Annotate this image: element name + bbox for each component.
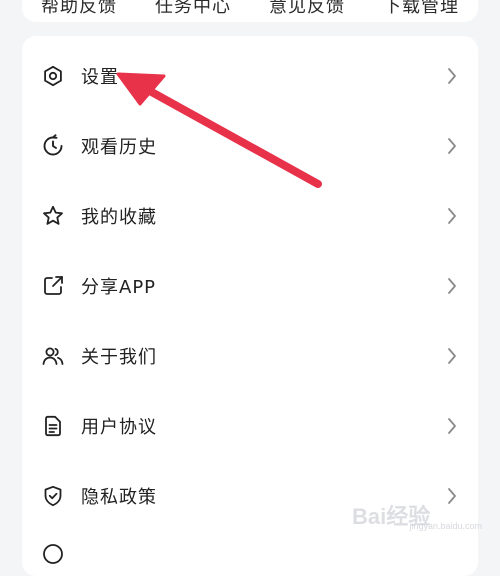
top-tab-feedback[interactable]: 意见反馈 [269,0,345,18]
menu-item-label: 分享APP [81,277,157,298]
chevron-right-icon [446,276,458,296]
star-icon [41,204,65,228]
menu-card: 设置 观看历史 我的收藏 分享APP 关于我们 用户协议 隐私政策 [22,36,478,576]
menu-item-share-app[interactable]: 分享APP [22,251,478,321]
gear-icon [41,64,65,88]
menu-item-watch-history[interactable]: 观看历史 [22,111,478,181]
menu-item-about-us[interactable]: 关于我们 [22,321,478,391]
chevron-right-icon [446,66,458,86]
chevron-right-icon [446,416,458,436]
menu-item-label: 关于我们 [81,347,157,368]
top-quick-actions-card: 帮助反馈 任务中心 意见反馈 下载管理 [22,0,478,22]
top-tab-help[interactable]: 帮助反馈 [41,0,117,18]
menu-item-settings[interactable]: 设置 [22,41,478,111]
users-icon [41,344,65,368]
chevron-right-icon [446,136,458,156]
share-icon [41,274,65,298]
watermark: Bai经验 jingyan.baidu.com [352,497,482,533]
partial-menu-icon [41,542,65,566]
menu-item-label: 用户协议 [81,417,157,438]
watermark-subtext: jingyan.baidu.com [409,521,482,531]
menu-item-label: 我的收藏 [81,207,157,228]
top-tab-tasks[interactable]: 任务中心 [155,0,231,18]
menu-item-label: 隐私政策 [81,487,157,508]
chevron-right-icon [446,206,458,226]
history-clock-icon [41,134,65,158]
chevron-right-icon [446,346,458,366]
menu-item-favorites[interactable]: 我的收藏 [22,181,478,251]
top-tab-downloads[interactable]: 下载管理 [383,0,459,18]
menu-item-label: 观看历史 [81,137,157,158]
menu-item-user-agreement[interactable]: 用户协议 [22,391,478,461]
document-icon [41,414,65,438]
shield-icon [41,484,65,508]
menu-item-label: 设置 [81,67,119,88]
